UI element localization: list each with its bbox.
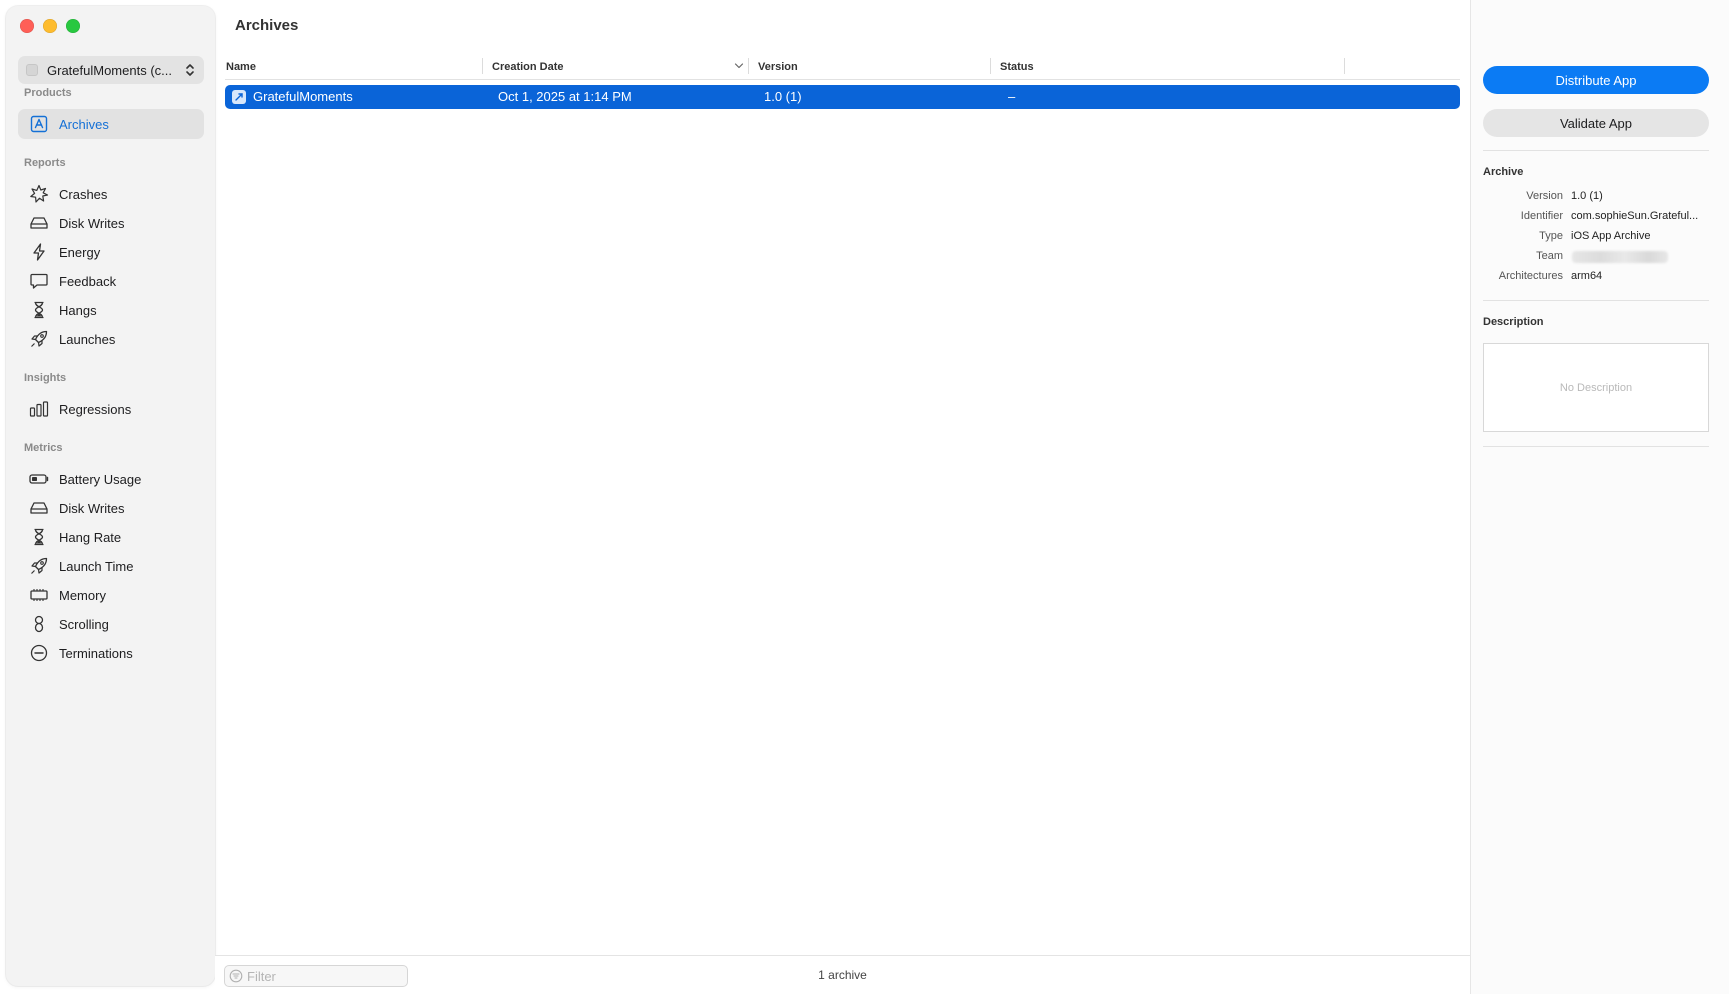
description-placeholder: No Description — [1559, 381, 1633, 394]
sidebar-item-scrolling[interactable]: Scrolling — [18, 609, 204, 639]
sidebar-item-hangs[interactable]: Hangs — [18, 295, 204, 325]
inspector-panel: Distribute App Validate App Archive Vers… — [1470, 0, 1729, 994]
column-separator[interactable] — [482, 58, 483, 74]
architectures-value: arm64 — [1571, 270, 1603, 282]
zoom-window-button[interactable] — [66, 19, 80, 33]
sidebar: GratefulMoments (c... Products Archives … — [6, 6, 215, 986]
disk-drive-icon — [29, 213, 49, 233]
version-key: Version — [1526, 190, 1563, 202]
column-header-name[interactable]: Name — [226, 61, 256, 73]
column-separator[interactable] — [748, 58, 749, 74]
sidebar-item-label: Disk Writes — [59, 500, 125, 516]
sidebar-item-disk-writes[interactable]: Disk Writes — [18, 208, 204, 238]
archive-count: 1 archive — [818, 968, 867, 982]
column-header-creation-date[interactable]: Creation Date — [492, 61, 564, 73]
sidebar-item-archives[interactable]: Archives — [18, 109, 204, 139]
section-heading-insights: Insights — [24, 372, 67, 384]
identifier-key: Identifier — [1520, 210, 1563, 222]
type-key: Type — [1539, 230, 1563, 242]
cell-status: – — [1008, 89, 1016, 104]
cell-name: GratefulMoments — [253, 89, 353, 104]
sidebar-item-label: Crashes — [59, 186, 108, 202]
sidebar-item-battery-usage[interactable]: Battery Usage — [18, 464, 204, 494]
sort-descending-chevron-icon[interactable] — [734, 61, 744, 71]
distribute-app-button[interactable]: Distribute App — [1483, 66, 1709, 94]
divider — [1483, 300, 1709, 301]
archive-heading: Archive — [1483, 166, 1524, 178]
sidebar-item-regressions[interactable]: Regressions — [18, 394, 204, 424]
sidebar-item-label: Terminations — [59, 645, 133, 661]
divider — [1483, 150, 1709, 151]
speech-bubble-icon — [29, 271, 49, 291]
section-heading-metrics: Metrics — [24, 442, 63, 454]
column-header-status[interactable]: Status — [1000, 61, 1034, 73]
version-value: 1.0 (1) — [1571, 190, 1603, 202]
sidebar-item-label: Battery Usage — [59, 471, 142, 487]
sidebar-item-label: Regressions — [59, 401, 132, 417]
team-value-redacted — [1572, 251, 1668, 263]
section-heading-reports: Reports — [24, 157, 66, 169]
description-field[interactable]: No Description — [1483, 343, 1709, 432]
sidebar-item-label: Feedback — [59, 273, 117, 289]
sidebar-item-label: Scrolling — [59, 616, 109, 632]
xcode-organizer-window: GratefulMoments (c... Products Archives … — [0, 0, 1729, 995]
sidebar-item-energy[interactable]: Energy — [18, 237, 204, 267]
sidebar-item-disk-writes-metric[interactable]: Disk Writes — [18, 493, 204, 523]
sidebar-item-crashes[interactable]: Crashes — [18, 179, 204, 209]
app-icon — [26, 64, 38, 76]
battery-icon — [29, 469, 49, 489]
table-row[interactable]: GratefulMoments Oct 1, 2025 at 1:14 PM 1… — [225, 85, 1460, 109]
crash-burst-icon — [29, 184, 49, 204]
scroll-icon — [29, 614, 49, 634]
description-heading: Description — [1483, 316, 1544, 328]
sidebar-item-launch-time[interactable]: Launch Time — [18, 551, 204, 581]
sidebar-item-feedback[interactable]: Feedback — [18, 266, 204, 296]
product-picker[interactable]: GratefulMoments (c... — [18, 56, 204, 84]
page-title: Archives — [235, 17, 299, 34]
rocket-icon — [29, 329, 49, 349]
type-value: iOS App Archive — [1571, 230, 1651, 242]
sidebar-item-label: Archives — [59, 116, 109, 132]
column-separator[interactable] — [1344, 58, 1345, 74]
sidebar-item-launches[interactable]: Launches — [18, 324, 204, 354]
bar-chart-icon — [29, 399, 49, 419]
app-archive-icon — [232, 90, 246, 104]
cell-creation-date: Oct 1, 2025 at 1:14 PM — [498, 89, 632, 104]
column-separator[interactable] — [990, 58, 991, 74]
footer-bar: 1 archive — [215, 955, 1470, 995]
architectures-key: Architectures — [1498, 270, 1563, 282]
cell-version: 1.0 (1) — [764, 89, 802, 104]
close-window-button[interactable] — [20, 19, 34, 33]
bolt-icon — [29, 242, 49, 262]
table-header: Name Creation Date Version Status — [225, 55, 1460, 80]
divider — [1483, 446, 1709, 447]
sidebar-item-label: Hang Rate — [59, 529, 122, 545]
sidebar-item-label: Memory — [59, 587, 106, 603]
sidebar-item-label: Launch Time — [59, 558, 134, 574]
hourglass-icon — [29, 300, 49, 320]
team-key: Team — [1536, 250, 1563, 262]
disk-drive-icon — [29, 498, 49, 518]
column-header-version[interactable]: Version — [758, 61, 798, 73]
product-picker-label: GratefulMoments (c... — [47, 62, 172, 78]
sidebar-item-label: Energy — [59, 244, 101, 260]
rocket-icon — [29, 556, 49, 576]
sidebar-item-terminations[interactable]: Terminations — [18, 638, 204, 668]
archives-pane: Archives Name Creation Date Version Stat… — [215, 0, 1470, 995]
minus-circle-icon — [29, 643, 49, 663]
sidebar-item-memory[interactable]: Memory — [18, 580, 204, 610]
hourglass-icon — [29, 527, 49, 547]
memory-chip-icon — [29, 585, 49, 605]
sidebar-item-label: Hangs — [59, 302, 97, 318]
section-heading-products: Products — [24, 87, 72, 99]
sidebar-item-label: Launches — [59, 331, 116, 347]
archivebox-icon — [29, 114, 49, 134]
up-down-chevron-icon — [186, 64, 194, 76]
minimize-window-button[interactable] — [43, 19, 57, 33]
validate-app-button[interactable]: Validate App — [1483, 109, 1709, 137]
identifier-value: com.sophieSun.Grateful... — [1571, 210, 1699, 222]
sidebar-item-hang-rate[interactable]: Hang Rate — [18, 522, 204, 552]
sidebar-item-label: Disk Writes — [59, 215, 125, 231]
